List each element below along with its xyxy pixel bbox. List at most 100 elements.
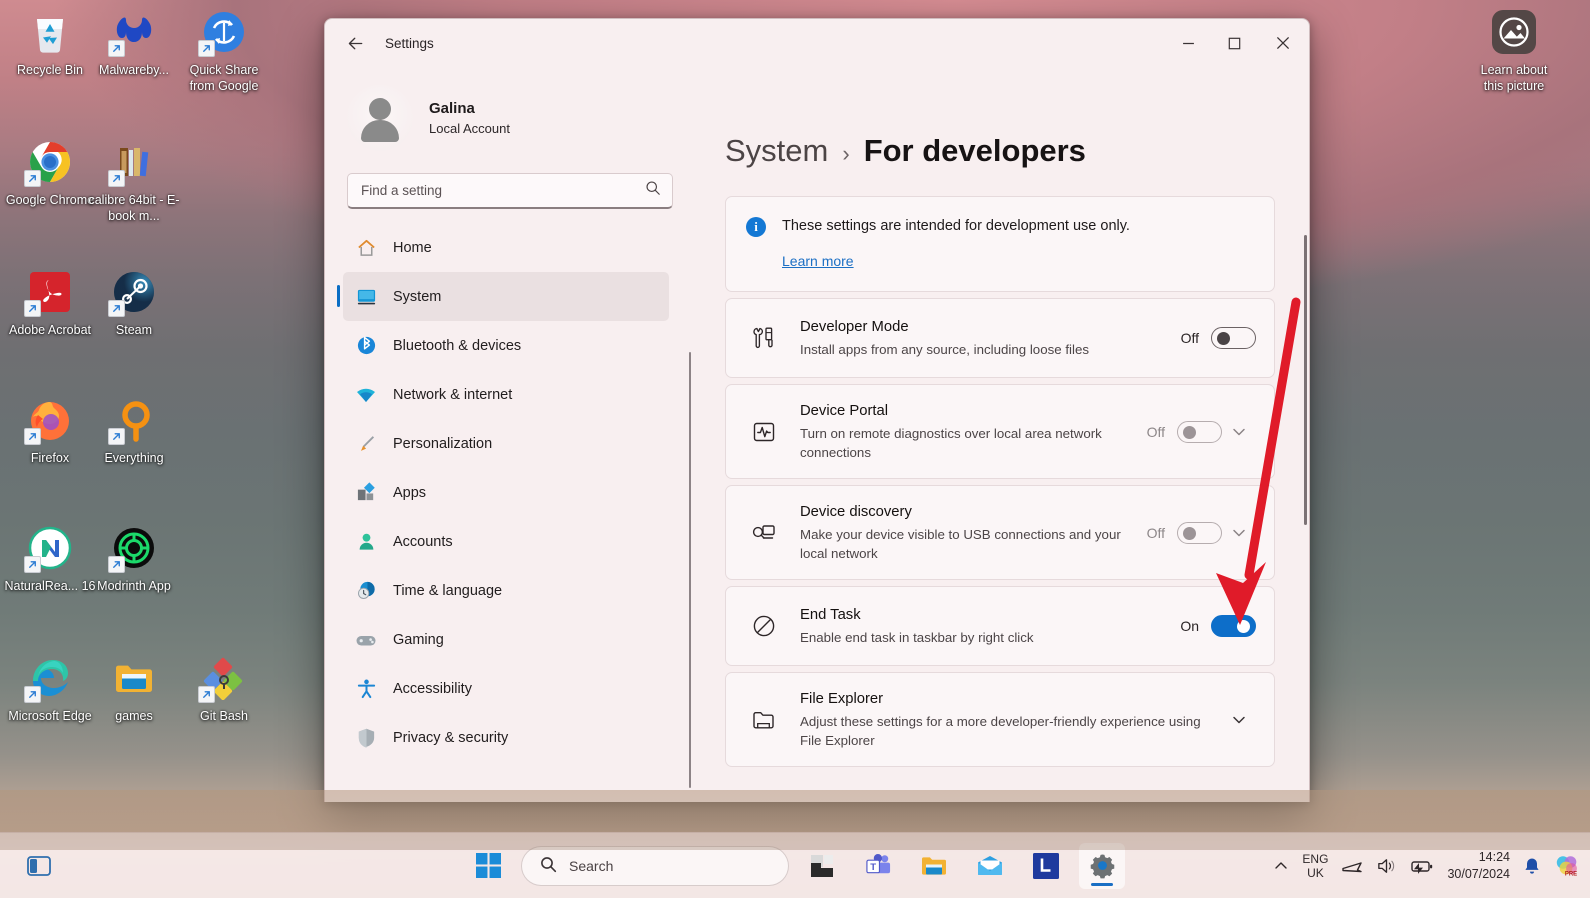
chevron-down-icon[interactable] [1222, 711, 1256, 729]
status-badge: Off [1147, 525, 1165, 541]
edge-icon [26, 654, 74, 702]
sidebar-item-label: Accessibility [393, 681, 472, 697]
chevron-down-icon[interactable] [1222, 524, 1256, 542]
volume-icon[interactable] [1376, 856, 1397, 876]
desktop-icon[interactable]: Malwareby... [86, 8, 182, 78]
setting-description: Install apps from any source, including … [800, 340, 1181, 359]
shortcut-overlay-icon [108, 170, 125, 187]
widgets-icon[interactable] [16, 843, 62, 889]
search-input[interactable] [361, 183, 645, 198]
desktop-icon[interactable]: Quick Share from Google [176, 8, 272, 94]
taskbar-search[interactable]: Search [521, 846, 789, 886]
settings-gear-icon[interactable] [1079, 843, 1125, 889]
calibre-icon [110, 138, 158, 186]
microsoft-teams-icon[interactable]: T [855, 843, 901, 889]
sidebar-item-label: Apps [393, 485, 426, 501]
sidebar-item-network-internet[interactable]: Network & internet [343, 370, 669, 419]
sidebar-item-apps[interactable]: Apps [343, 468, 669, 517]
desktop-icon-label: Malwareby... [86, 62, 182, 78]
sidebar-scrollbar[interactable] [689, 352, 691, 788]
shortcut-overlay-icon [24, 300, 41, 317]
shortcut-overlay-icon [108, 428, 125, 445]
setting-title: End Task [800, 605, 1180, 626]
sidebar-item-gaming[interactable]: Gaming [343, 615, 669, 664]
sidebar-item-bluetooth-devices[interactable]: Bluetooth & devices [343, 321, 669, 370]
chevron-down-icon[interactable] [1222, 423, 1256, 441]
shortcut-overlay-icon [198, 40, 215, 57]
desktop-icon[interactable]: Recycle Bin [2, 8, 98, 78]
desktop-icon[interactable]: Google Chrome [2, 138, 98, 208]
clock[interactable]: 14:24 30/07/2024 [1447, 849, 1510, 883]
bell-icon[interactable] [1523, 856, 1541, 876]
battery-icon[interactable] [1410, 856, 1434, 876]
setting-card[interactable]: End Task Enable end task in taskbar by r… [725, 586, 1275, 666]
sidebar-item-system[interactable]: System [343, 272, 669, 321]
toggle-switch[interactable] [1177, 522, 1222, 544]
maximize-icon[interactable] [1211, 19, 1257, 67]
search-setting-box[interactable] [347, 173, 673, 209]
git-bash-icon [200, 654, 248, 702]
setting-card[interactable]: Device Portal Turn on remote diagnostics… [725, 384, 1275, 479]
account-block[interactable]: Galina Local Account [325, 67, 697, 167]
toggle-switch[interactable] [1211, 327, 1256, 349]
desktop-icon-label: NaturalRea... 16 [2, 578, 98, 594]
language-indicator[interactable]: ENG UK [1302, 852, 1328, 880]
windows-start-icon[interactable] [465, 843, 511, 889]
desktop-icon[interactable]: games [86, 654, 182, 724]
desktop-icon[interactable]: Firefox [2, 396, 98, 466]
taskbar-search-placeholder: Search [569, 858, 613, 874]
shortcut-overlay-icon [24, 428, 41, 445]
desktop-icon-label: Modrinth App [86, 578, 182, 594]
mail-icon[interactable] [967, 843, 1013, 889]
clock-time: 14:24 [1447, 849, 1510, 866]
setting-title: Developer Mode [800, 317, 1181, 338]
naturalreader-icon [26, 524, 74, 572]
desktop-icon-label: Recycle Bin [2, 62, 98, 78]
taskbar-tray: ENG UK [1273, 849, 1580, 883]
taskbar[interactable]: Search T [0, 832, 1590, 898]
desktop: Recycle Bin Malwareby... Quick Share fro… [0, 0, 1590, 898]
breadcrumb-parent[interactable]: System [725, 133, 828, 169]
chevron-up-icon[interactable] [1273, 858, 1289, 874]
desktop-icon[interactable]: Everything [86, 396, 182, 466]
toggle-switch[interactable] [1177, 421, 1222, 443]
airplane-mode-icon[interactable] [1341, 856, 1363, 876]
sidebar-item-time-language[interactable]: Time & language [343, 566, 669, 615]
settings-window[interactable]: Settings [324, 18, 1310, 802]
adobe-acrobat-icon [26, 268, 74, 316]
setting-card[interactable]: Device discovery Make your device visibl… [725, 485, 1275, 580]
linqpad-icon[interactable] [1023, 843, 1069, 889]
settings-titlebar[interactable]: Settings [325, 19, 1309, 67]
learn-about-this-picture-widget[interactable]: Learn about this picture [1466, 8, 1562, 94]
setting-description: Enable end task in taskbar by right clic… [800, 628, 1180, 647]
toggle-switch[interactable] [1211, 615, 1256, 637]
sidebar-item-privacy-security[interactable]: Privacy & security [343, 713, 669, 762]
content-scrollbar[interactable] [1304, 235, 1307, 525]
settings-content: System › For developers i These settings… [697, 67, 1309, 802]
sidebar-item-personalization[interactable]: Personalization [343, 419, 669, 468]
file-explorer-icon[interactable] [911, 843, 957, 889]
modrinth-icon [110, 524, 158, 572]
sidebar-item-accessibility[interactable]: Accessibility [343, 664, 669, 713]
minimize-icon[interactable] [1165, 19, 1211, 67]
sidebar-item-accounts[interactable]: Accounts [343, 517, 669, 566]
desktop-icon[interactable]: NaturalRea... 16 [2, 524, 98, 594]
avatar [347, 85, 413, 151]
desktop-icon[interactable]: Adobe Acrobat [2, 268, 98, 338]
close-icon[interactable] [1257, 19, 1309, 67]
back-arrow-icon[interactable] [337, 27, 373, 59]
learn-more-link[interactable]: Learn more [782, 253, 854, 269]
gaming-icon [355, 629, 377, 651]
setting-title: Device discovery [800, 502, 1147, 523]
setting-card[interactable]: Developer Mode Install apps from any sou… [725, 298, 1275, 378]
setting-card[interactable]: File Explorer Adjust these settings for … [725, 672, 1275, 767]
desktop-icon[interactable]: Git Bash [176, 654, 272, 724]
desktop-icon[interactable]: Modrinth App [86, 524, 182, 594]
desktop-icon[interactable]: calibre 64bit - E-book m... [86, 138, 182, 224]
sidebar-item-home[interactable]: Home [343, 223, 669, 272]
copilot-icon[interactable]: PRE [1554, 853, 1580, 879]
desktop-icon[interactable]: Microsoft Edge [2, 654, 98, 724]
task-view-icon[interactable] [799, 843, 845, 889]
desktop-icon[interactable]: Steam [86, 268, 182, 338]
shortcut-overlay-icon [108, 556, 125, 573]
